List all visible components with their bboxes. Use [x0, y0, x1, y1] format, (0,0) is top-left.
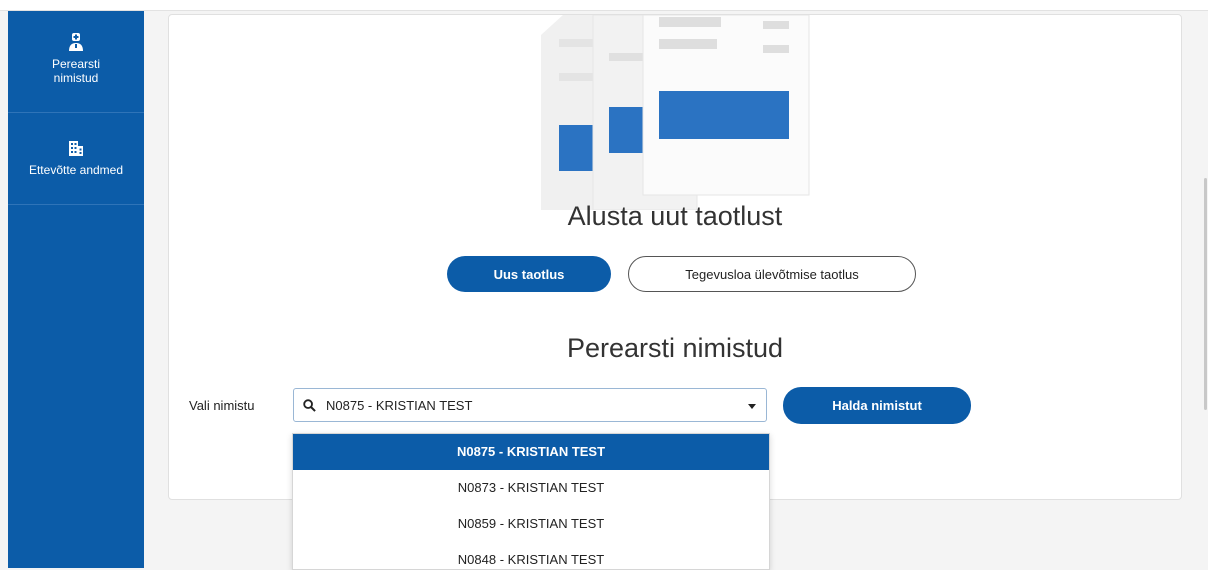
sidebar: Perearsti nimistud Ettevõtte andmed: [8, 11, 144, 568]
manage-list-button[interactable]: Halda nimistut: [783, 387, 971, 424]
select-list-label: Vali nimistu: [189, 398, 255, 413]
doctor-icon: [69, 33, 83, 51]
dropdown-option[interactable]: N0873 - KRISTIAN TEST: [293, 470, 769, 506]
sidebar-divider: [8, 204, 144, 205]
dropdown-option[interactable]: N0848 - KRISTIAN TEST: [293, 542, 769, 569]
list-select[interactable]: N0875 - KRISTIAN TEST: [293, 388, 767, 422]
dropdown-option[interactable]: N0859 - KRISTIAN TEST: [293, 506, 769, 542]
list-select-value: N0875 - KRISTIAN TEST: [326, 398, 473, 413]
main-card: Alusta uut taotlust Uus taotlus Tegevusl…: [168, 14, 1182, 500]
building-icon: [69, 141, 83, 156]
new-application-button[interactable]: Uus taotlus: [447, 256, 611, 292]
chevron-down-icon[interactable]: [748, 404, 756, 409]
family-doctor-lists-title: Perearsti nimistud: [566, 333, 784, 363]
sidebar-item-label: nimistud: [53, 71, 99, 85]
top-bar: [0, 0, 1208, 11]
new-application-title: Alusta uut taotlust: [567, 201, 783, 231]
sidebar-item-label: Perearsti: [51, 57, 101, 71]
sidebar-divider: [8, 112, 144, 113]
sidebar-item-company-data[interactable]: Ettevõtte andmed: [8, 139, 144, 177]
sidebar-item-label: Ettevõtte andmed: [28, 163, 124, 177]
search-icon: [303, 399, 316, 412]
scrollbar-thumb[interactable]: [1204, 178, 1207, 410]
takeover-application-button[interactable]: Tegevusloa ülevõtmise taotlus: [628, 256, 916, 292]
dropdown-option[interactable]: N0875 - KRISTIAN TEST: [293, 434, 769, 470]
list-select-dropdown: N0875 - KRISTIAN TEST N0873 - KRISTIAN T…: [292, 433, 770, 570]
sidebar-item-family-doctor-lists[interactable]: Perearsti nimistud: [8, 33, 144, 85]
documents-illustration: [541, 15, 810, 210]
